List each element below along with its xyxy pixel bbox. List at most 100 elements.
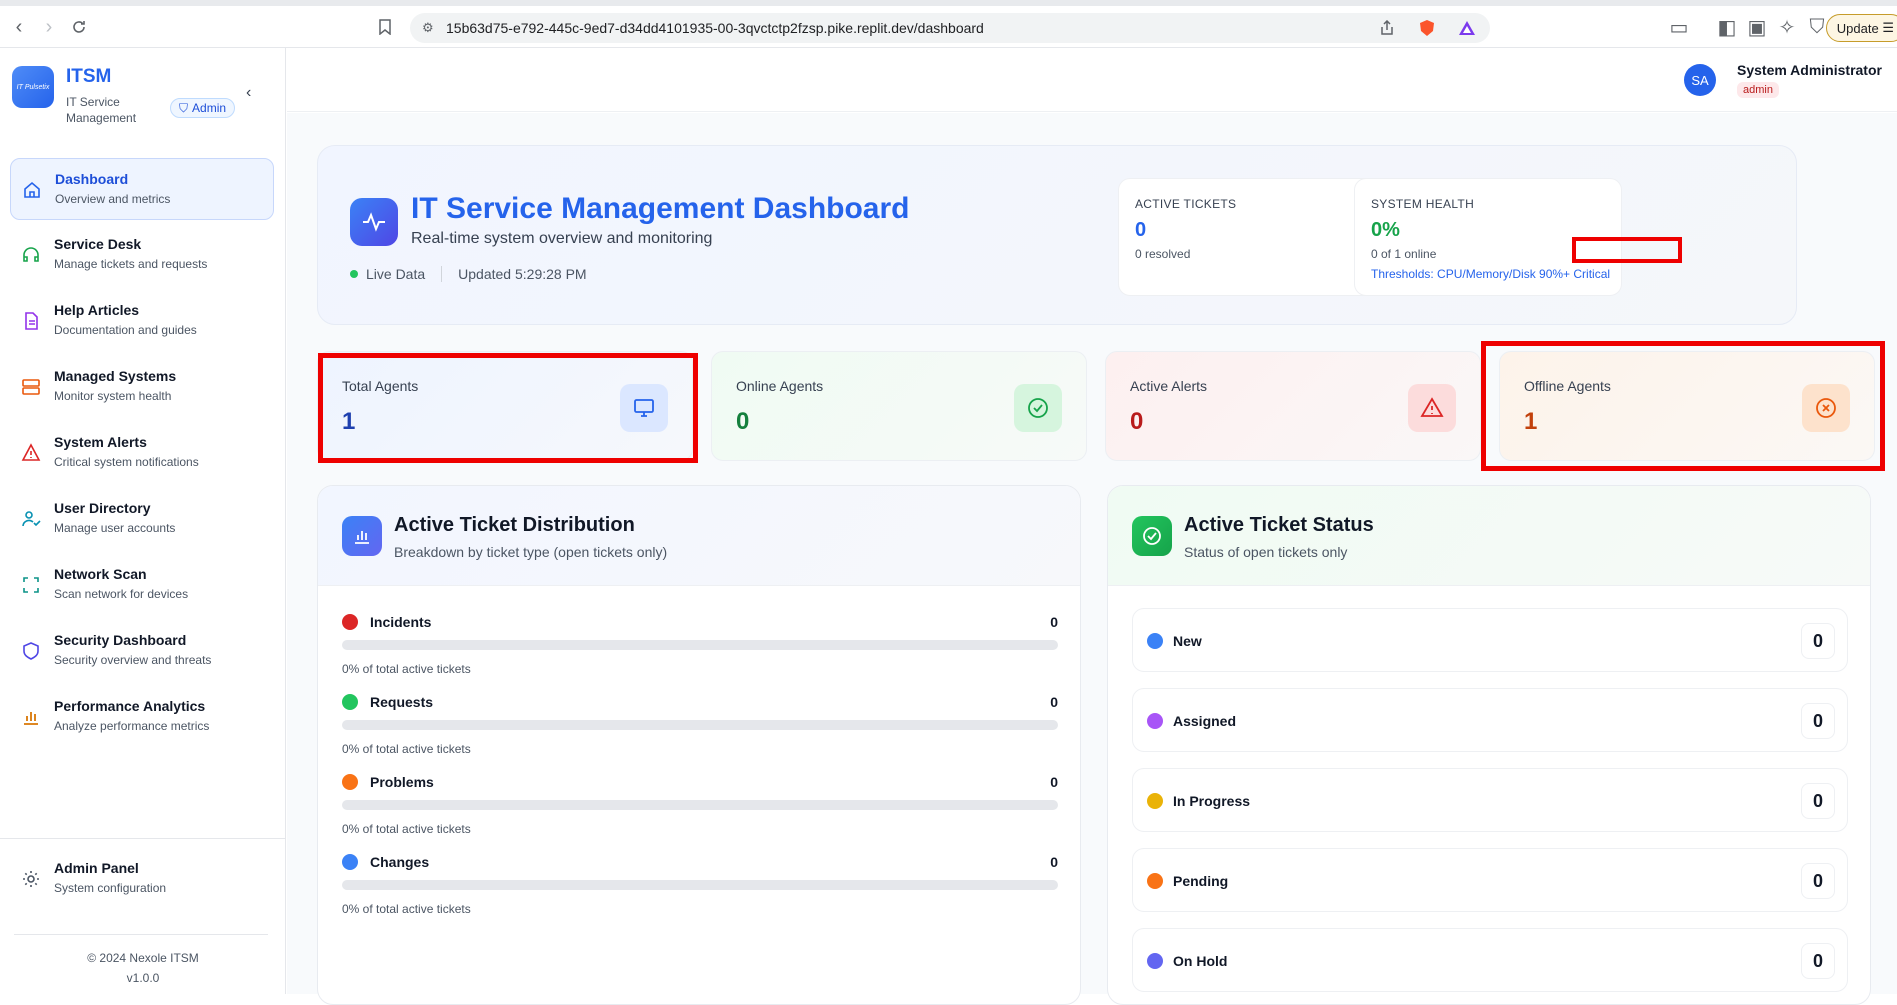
activity-icon (350, 198, 398, 246)
home-icon (21, 179, 43, 201)
forward-icon[interactable]: › (38, 16, 60, 38)
avatar[interactable]: SA (1684, 64, 1716, 96)
version-text: v1.0.0 (126, 971, 160, 985)
sidebar-footer: © 2024 Nexole ITSM v1.0.0 (0, 948, 286, 988)
sidebar: IT Pulsetix ITSM IT Service Management ⛉… (0, 48, 286, 994)
on-hold-dot (1147, 953, 1163, 969)
problems-dot (342, 774, 358, 790)
scan-icon (20, 574, 42, 596)
sidebar-item-dashboard[interactable]: Dashboard Overview and metrics (10, 158, 274, 220)
collapse-sidebar-icon[interactable]: ‹ (246, 84, 251, 102)
status-row-assigned[interactable]: Assigned 0 (1132, 688, 1848, 752)
user-name: System Administrator (1737, 62, 1882, 78)
in-progress-dot (1147, 793, 1163, 809)
status-row-on-hold[interactable]: On Hold 0 (1132, 928, 1848, 992)
sidebar-item-help-articles[interactable]: Help Articles Documentation and guides (10, 290, 274, 352)
rewards-icon[interactable] (1456, 17, 1478, 39)
sidebar-menu: Dashboard Overview and metrics Service D… (10, 158, 274, 752)
site-settings-icon[interactable]: ⚙ (422, 20, 438, 36)
update-button[interactable]: Update ☰ (1825, 14, 1897, 42)
online-agents-card[interactable]: Online Agents 0 (711, 351, 1087, 461)
server-icon (20, 376, 42, 398)
online-count: 0 of 1 online (1371, 247, 1437, 261)
panel-header: Active Ticket Distribution Breakdown by … (318, 486, 1080, 586)
live-dot-icon (350, 270, 358, 278)
new-dot (1147, 633, 1163, 649)
thresholds-text: Thresholds: CPU/Memory/Disk 90%+ Critica… (1371, 267, 1611, 281)
headset-icon (20, 244, 42, 266)
browser-toolbar: ‹ › ⚙ 15b63d75-e792-445c-9ed7-d34dd41019… (0, 0, 1897, 48)
ticket-status-panel: Active Ticket Status Status of open tick… (1107, 485, 1871, 1005)
chart-icon (342, 516, 382, 556)
footer-divider (14, 934, 268, 935)
page-title: IT Service Management Dashboard (411, 192, 910, 225)
progress-bar (342, 640, 1058, 650)
status-row-new[interactable]: New 0 (1132, 608, 1848, 672)
active-alerts-card[interactable]: Active Alerts 0 (1105, 351, 1481, 461)
sidebar-toggle-icon[interactable]: ◧ (1716, 16, 1738, 39)
page-subtitle: Real-time system overview and monitoring (411, 230, 713, 247)
user-role-badge: admin (1737, 82, 1779, 98)
requests-dot (342, 694, 358, 710)
app-subtitle: IT Service Management (66, 95, 137, 125)
check-circle-icon (1132, 516, 1172, 556)
brave-shield-icon[interactable] (1416, 17, 1438, 39)
progress-bar (342, 800, 1058, 810)
progress-bar (342, 720, 1058, 730)
app-logo: IT Pulsetix (12, 66, 54, 108)
tab-search-icon[interactable]: ▭ (1668, 16, 1690, 39)
sidebar-divider (0, 838, 286, 839)
bar-chart-icon (20, 706, 42, 728)
sidebar-item-system-alerts[interactable]: System Alerts Critical system notificati… (10, 422, 274, 484)
reload-icon[interactable] (68, 16, 90, 38)
changes-dot (342, 854, 358, 870)
incidents-dot (342, 614, 358, 630)
vpn-icon[interactable]: ⛉ (1806, 16, 1828, 38)
top-bar: SA System Administrator admin (287, 48, 1897, 112)
sidebar-item-network-scan[interactable]: Network Scan Scan network for devices (10, 554, 274, 616)
progress-bar (342, 880, 1058, 890)
status-row-in-progress[interactable]: In Progress 0 (1132, 768, 1848, 832)
sidebar-item-service-desk[interactable]: Service Desk Manage tickets and requests (10, 224, 274, 286)
document-icon (20, 310, 42, 332)
sidebar-item-user-directory[interactable]: User Directory Manage user accounts (10, 488, 274, 550)
system-health-card[interactable]: SYSTEM HEALTH 0% 0 of 1 online Threshold… (1354, 178, 1622, 296)
shield-small-icon: ⛉ (179, 100, 189, 115)
bookmark-icon[interactable] (374, 16, 396, 38)
assigned-dot (1147, 713, 1163, 729)
sidebar-item-performance-analytics[interactable]: Performance Analytics Analyze performanc… (10, 686, 274, 748)
app-title: ITSM (66, 66, 112, 87)
sidebar-item-admin-panel[interactable]: Admin Panel System configuration (10, 854, 274, 910)
status-row-pending[interactable]: Pending 0 (1132, 848, 1848, 912)
wallet-icon[interactable]: ▣ (1746, 16, 1768, 39)
copyright-text: © 2024 Nexole ITSM (87, 951, 199, 965)
offline-agents-card[interactable]: Offline Agents 1 (1499, 351, 1875, 461)
monitor-icon (620, 384, 668, 432)
updated-time: Updated 5:29:28 PM (458, 266, 587, 282)
hero-banner: IT Service Management Dashboard Real-tim… (317, 145, 1797, 325)
main-content: IT Service Management Dashboard Real-tim… (287, 113, 1897, 1005)
leo-ai-icon[interactable]: ✧ (1776, 16, 1798, 39)
separator (441, 266, 443, 282)
total-agents-card[interactable]: Total Agents 1 (317, 351, 693, 461)
user-check-icon (20, 508, 42, 530)
address-bar[interactable]: ⚙ 15b63d75-e792-445c-9ed7-d34dd4101935-0… (410, 13, 1490, 43)
sidebar-item-security-dashboard[interactable]: Security Dashboard Security overview and… (10, 620, 274, 682)
share-icon[interactable] (1376, 17, 1398, 39)
pending-dot (1147, 873, 1163, 889)
ticket-distribution-panel: Active Ticket Distribution Breakdown by … (317, 485, 1081, 1005)
brand: IT Pulsetix ITSM IT Service Management (12, 66, 136, 125)
shield-icon (20, 640, 42, 662)
sidebar-item-managed-systems[interactable]: Managed Systems Monitor system health (10, 356, 274, 418)
check-circle-icon (1014, 384, 1062, 432)
back-icon[interactable]: ‹ (8, 16, 30, 38)
url-text: 15b63d75-e792-445c-9ed7-d34dd4101935-00-… (446, 20, 984, 36)
warning-icon (20, 442, 42, 464)
panel-header: Active Ticket Status Status of open tick… (1108, 486, 1870, 586)
x-circle-icon (1802, 384, 1850, 432)
live-status: Live Data Updated 5:29:28 PM (350, 266, 587, 282)
alert-triangle-icon (1408, 384, 1456, 432)
active-tickets-card[interactable]: ACTIVE TICKETS 0 0 resolved (1118, 178, 1386, 296)
gear-icon (20, 868, 42, 890)
role-badge: ⛉ Admin (170, 98, 236, 118)
